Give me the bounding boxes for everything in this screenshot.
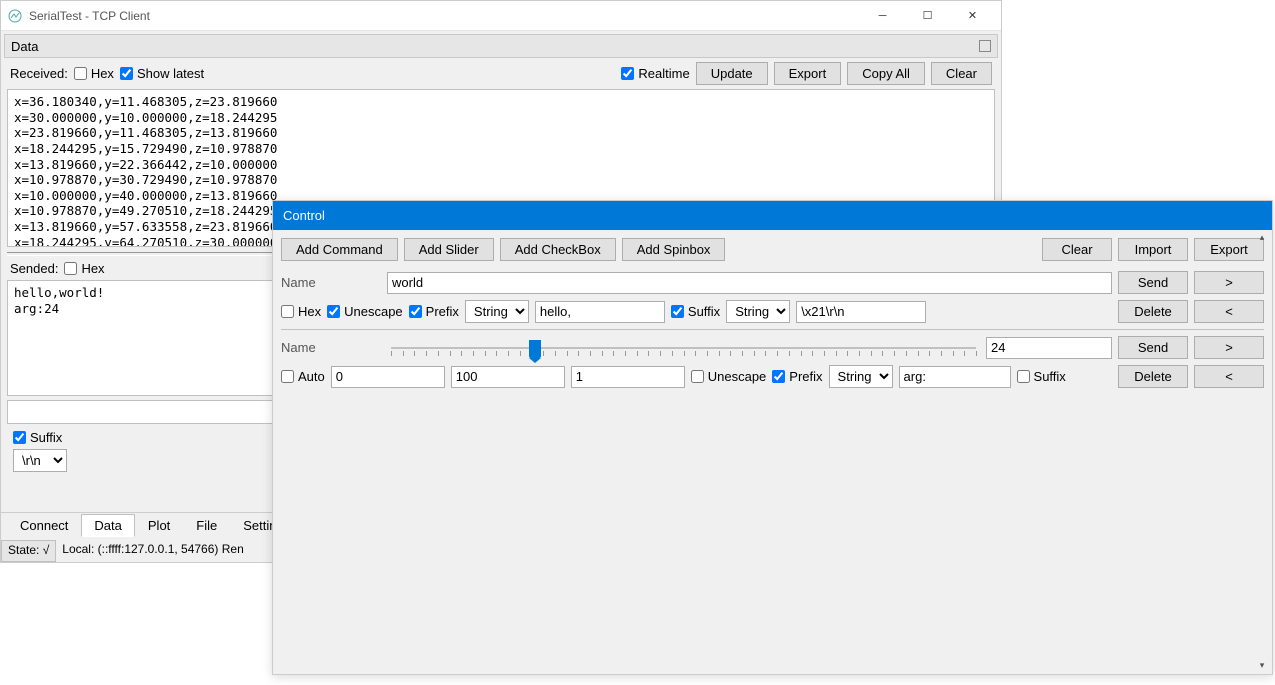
slider-prefix-type-select[interactable]: String [829,365,893,388]
cmd-suffix-input[interactable] [796,301,926,323]
command-delete-button[interactable]: Delete [1118,300,1188,323]
suffix-select[interactable]: \r\n [13,449,67,472]
slider-delete-button[interactable]: Delete [1118,365,1188,388]
cmd-prefix-type-select[interactable]: String [465,300,529,323]
dock-icon[interactable] [979,40,991,52]
suffix-checkbox[interactable]: Suffix [13,430,62,445]
close-button[interactable]: ✕ [950,2,995,30]
add-checkbox-button[interactable]: Add CheckBox [500,238,616,261]
tab-plot[interactable]: Plot [135,514,183,537]
slider-min-input[interactable] [331,366,445,388]
slider-send-button[interactable]: Send [1118,336,1188,359]
window-title: SerialTest - TCP Client [29,9,860,23]
command-send-button[interactable]: Send [1118,271,1188,294]
tab-file[interactable]: File [183,514,230,537]
slider-value-input[interactable] [986,337,1112,359]
slider-prefix-checkbox[interactable]: Prefix [772,369,822,384]
control-import-button[interactable]: Import [1118,238,1188,261]
maximize-button[interactable]: ☐ [905,2,950,30]
tab-data[interactable]: Data [81,514,134,537]
sended-label: Sended: [10,261,58,276]
control-toolbar: Add Command Add Slider Add CheckBox Add … [281,238,1264,261]
slider-suffix-checkbox[interactable]: Suffix [1017,369,1066,384]
app-icon [7,8,23,24]
command-options-row: Hex Unescape Prefix String Suffix String… [281,300,1264,323]
copy-all-button[interactable]: Copy All [847,62,925,85]
slider-control[interactable] [387,337,980,359]
cmd-unescape-checkbox[interactable]: Unescape [327,304,403,319]
data-section-header: Data [4,34,998,58]
scroll-indicator[interactable]: ▴▾ [1254,232,1270,671]
name-label: Name [281,275,381,290]
tab-connect[interactable]: Connect [7,514,81,537]
command-row: Name Send > [281,271,1264,294]
cmd-prefix-checkbox[interactable]: Prefix [409,304,459,319]
cmd-prefix-input[interactable] [535,301,665,323]
slider-options-row: Auto Unescape Prefix String Suffix Delet… [281,365,1264,388]
command-name-input[interactable] [387,272,1112,294]
show-latest-checkbox[interactable]: Show latest [120,66,204,81]
update-button[interactable]: Update [696,62,768,85]
add-slider-button[interactable]: Add Slider [404,238,494,261]
slider-prefix-input[interactable] [899,366,1011,388]
sended-hex-checkbox[interactable]: Hex [64,261,104,276]
control-clear-button[interactable]: Clear [1042,238,1112,261]
slider-row: Name Send > [281,336,1264,359]
slider-max-input[interactable] [451,366,565,388]
titlebar: SerialTest - TCP Client ─ ☐ ✕ [1,1,1001,31]
hex-checkbox[interactable]: Hex [74,66,114,81]
section-title: Data [11,39,38,54]
slider-unescape-checkbox[interactable]: Unescape [691,369,767,384]
received-toolbar: Received: Hex Show latest Realtime Updat… [4,58,998,89]
export-button[interactable]: Export [774,62,842,85]
status-state: State: √ [1,540,56,562]
received-label: Received: [10,66,68,81]
realtime-checkbox[interactable]: Realtime [621,66,689,81]
control-window: Control Add Command Add Slider Add Check… [272,200,1273,675]
control-titlebar[interactable]: Control [273,201,1272,230]
minimize-button[interactable]: ─ [860,2,905,30]
slider-auto-checkbox[interactable]: Auto [281,369,325,384]
cmd-hex-checkbox[interactable]: Hex [281,304,321,319]
cmd-suffix-checkbox[interactable]: Suffix [671,304,720,319]
clear-button[interactable]: Clear [931,62,992,85]
add-spinbox-button[interactable]: Add Spinbox [622,238,726,261]
add-command-button[interactable]: Add Command [281,238,398,261]
cmd-suffix-type-select[interactable]: String [726,300,790,323]
slider-name-label: Name [281,340,381,355]
slider-step-input[interactable] [571,366,685,388]
